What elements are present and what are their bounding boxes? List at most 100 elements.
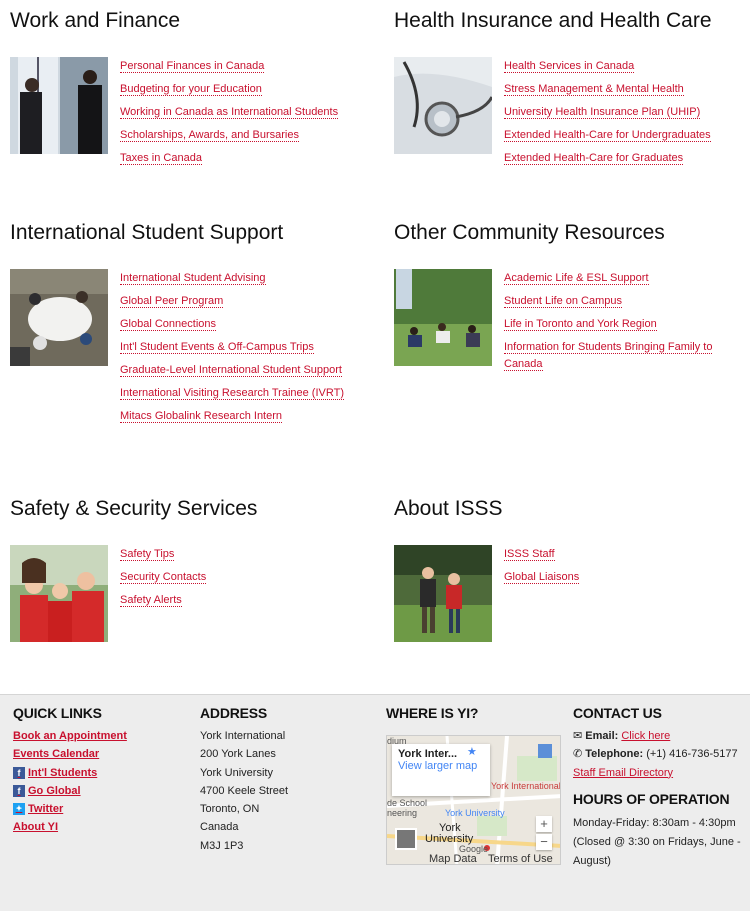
book-appointment-label: Book an Appointment [13,730,127,742]
link-academic-life[interactable]: Academic Life & ESL Support [504,272,649,285]
street-view-icon[interactable] [538,744,552,758]
address-line: 200 York Lanes [200,748,276,761]
link-global-peer[interactable]: Global Peer Program [120,295,224,308]
community-image [394,269,492,366]
contact-heading: CONTACT US [573,705,662,721]
link-scholarships[interactable]: Scholarships, Awards, and Bursaries [120,129,299,142]
work-finance-links: Personal Finances in Canada Budgeting fo… [120,58,360,173]
community-links: Academic Life & ESL Support Student Life… [504,270,744,379]
hours-heading: HOURS OF OPERATION [573,790,730,807]
link-ivrt[interactable]: International Visiting Research Trainee … [120,387,344,400]
about-yi-link[interactable]: About YI [13,818,127,836]
where-is-yi: WHERE IS YI? York Inter... View larger m… [386,705,562,865]
events-calendar-link[interactable]: Events Calendar [13,745,127,763]
phone-icon: ✆ [573,748,583,761]
twitter-icon: ✦ [13,803,25,816]
hours-line: (Closed @ 3:30 on Fridays, June - August… [573,836,741,868]
section-title: Work and Finance [10,9,181,32]
section-title: About ISSS [394,497,503,520]
zoom-in-button[interactable]: + [536,816,552,832]
safety-image [10,545,108,642]
go-global-link[interactable]: f Go Global [13,782,127,800]
email-link[interactable]: Click here [621,730,670,742]
intl-students-label: Int'l Students [28,766,98,779]
quick-links-heading: QUICK LINKS [13,705,102,721]
section-student-support: International Student Support Internatio… [10,220,370,460]
about-image [394,545,492,642]
map-label-dium: dium [387,736,407,746]
section-title: Other Community Resources [394,221,665,244]
go-global-label: Go Global [28,784,81,797]
intl-students-link[interactable]: f Int'l Students [13,764,127,782]
address-line: York International [200,730,286,742]
link-global-connections[interactable]: Global Connections [120,318,217,331]
link-stress-management[interactable]: Stress Management & Mental Health [504,83,684,96]
link-taxes[interactable]: Taxes in Canada [120,152,202,165]
student-support-links: International Student Advising Global Pe… [120,270,360,431]
link-mitacs[interactable]: Mitacs Globalink Research Intern [120,410,283,423]
twitter-label: Twitter [28,803,64,816]
link-student-events[interactable]: Int'l Student Events & Off-Campus Trips [120,341,314,354]
link-global-liaisons[interactable]: Global Liaisons [504,571,580,584]
view-larger-map-link[interactable]: View larger map [398,760,484,773]
link-budgeting[interactable]: Budgeting for your Education [120,83,262,96]
email-label: Email: [585,730,619,742]
map-label-neering: neering [387,808,418,818]
link-security-contacts[interactable]: Security Contacts [120,571,207,584]
email-row: ✉ Email: Click here [573,727,748,745]
quick-links: QUICK LINKS Book an Appointment Events C… [13,705,127,837]
about-yi-label: About YI [13,821,59,834]
hours-line: Monday-Friday: 8:30am - 4:30pm [573,817,736,830]
health-links: Health Services in Canada Stress Managem… [504,58,744,173]
address-heading: ADDRESS [200,705,268,721]
address-line: Toronto, ON [200,803,260,816]
footer: QUICK LINKS Book an Appointment Events C… [0,694,750,911]
where-heading: WHERE IS YI? [386,705,479,721]
hours-of-operation: HOURS OF OPERATION Monday-Friday: 8:30am… [573,790,748,871]
map-label-de-school: de School [387,798,428,808]
link-student-advising[interactable]: International Student Advising [120,272,266,285]
link-student-life[interactable]: Student Life on Campus [504,295,623,308]
address-line: 4700 Keele Street [200,784,289,797]
phone-label: Telephone: [585,748,644,761]
link-working-in-canada[interactable]: Working in Canada as International Stude… [120,106,339,119]
section-about: About ISSS ISSS Staff Global Liaisons [394,496,750,656]
terms-of-use-label[interactable]: Terms of Use [488,853,553,864]
health-image [394,57,492,154]
link-health-services[interactable]: Health Services in Canada [504,60,635,73]
section-title: International Student Support [10,221,284,244]
link-safety-alerts[interactable]: Safety Alerts [120,594,182,607]
star-icon[interactable]: ★ [467,745,477,758]
link-extended-undergrad[interactable]: Extended Health-Care for Undergraduates [504,129,711,142]
map-data-label[interactable]: Map Data [429,853,477,864]
facebook-icon: f [13,766,25,779]
link-life-toronto[interactable]: Life in Toronto and York Region [504,318,657,331]
contact-us: CONTACT US ✉ Email: Click here ✆ Telepho… [573,705,748,871]
section-community: Other Community Resources Academic Life … [394,220,750,460]
events-calendar-label: Events Calendar [13,748,100,761]
address-line: M3J 1P3 [200,839,244,852]
link-uhip[interactable]: University Health Insurance Plan (UHIP) [504,106,701,119]
link-family-info[interactable]: Information for Students Bringing Family… [504,341,713,371]
link-grad-support[interactable]: Graduate-Level International Student Sup… [120,364,342,377]
map-label-york-university-station: York University [445,808,505,818]
phone-value: (+1) 416-736-5177 [646,748,738,761]
safety-links: Safety Tips Security Contacts Safety Ale… [120,546,360,615]
zoom-out-button[interactable]: − [536,834,552,850]
link-safety-tips[interactable]: Safety Tips [120,548,175,561]
book-appointment-link[interactable]: Book an Appointment [13,727,127,745]
section-title: Health Insurance and Health Care [394,9,712,32]
twitter-link[interactable]: ✦ Twitter [13,800,127,818]
address-line: York University [200,766,273,779]
section-title: Safety & Security Services [10,497,258,520]
link-extended-grad[interactable]: Extended Health-Care for Graduates [504,152,684,165]
street-view-thumbnail[interactable] [395,828,417,850]
link-personal-finances[interactable]: Personal Finances in Canada [120,60,265,73]
address: ADDRESS York International 200 York Lane… [200,705,288,855]
google-map[interactable]: York Inter... View larger map ★ York Int… [386,735,561,865]
envelope-icon: ✉ [573,730,583,742]
staff-email-directory-link[interactable]: Staff Email Directory [573,767,673,779]
about-links: ISSS Staff Global Liaisons [504,546,744,592]
link-isss-staff[interactable]: ISSS Staff [504,548,555,561]
student-support-image [10,269,108,366]
